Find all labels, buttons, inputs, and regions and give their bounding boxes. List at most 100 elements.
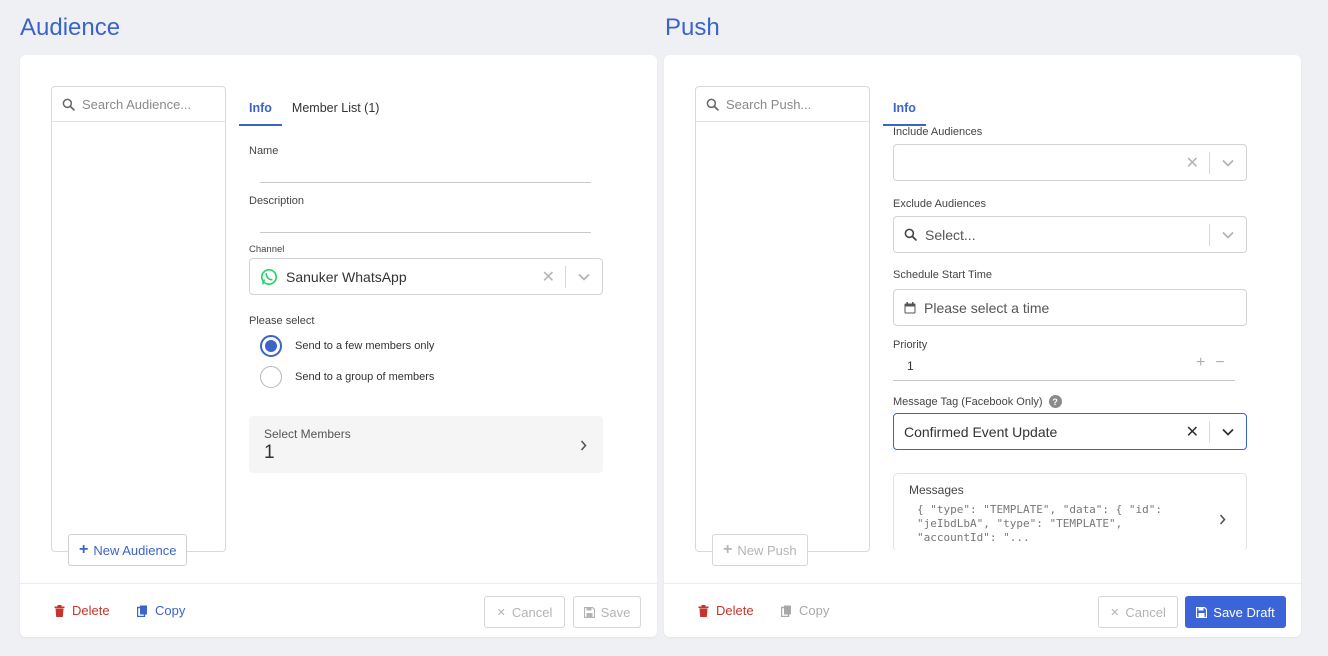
messages-card[interactable]: Messages { "type": "TEMPLATE", "data": {… — [893, 473, 1247, 551]
message-tag-select[interactable]: Confirmed Event Update ✕ — [893, 413, 1247, 450]
radio-group-members[interactable]: Send to a group of members — [260, 366, 434, 388]
priority-value: 1 — [907, 359, 914, 373]
messages-label: Messages — [909, 483, 964, 497]
channel-label: Channel — [249, 244, 285, 255]
save-draft-button[interactable]: Save Draft — [1185, 596, 1286, 628]
please-select-label: Please select — [249, 315, 315, 327]
audience-delete-button[interactable]: Delete — [54, 603, 110, 618]
include-audiences-select[interactable]: ✕ — [893, 144, 1247, 181]
whatsapp-icon — [260, 268, 278, 285]
audience-delete-label: Delete — [72, 603, 110, 618]
audience-copy-button[interactable]: Copy — [137, 603, 185, 618]
save-icon — [1196, 606, 1208, 618]
save-draft-label: Save Draft — [1213, 604, 1275, 620]
chevron-down-icon[interactable] — [1210, 159, 1246, 167]
exclude-select-actions — [1209, 217, 1246, 252]
chevron-down-icon[interactable] — [1210, 231, 1246, 239]
audience-list[interactable]: Search Audience... + New Audience — [51, 86, 226, 566]
audience-footer: Delete Copy ✕ Cancel Save — [20, 583, 657, 637]
push-list[interactable]: Search Push... + New Push — [695, 86, 870, 566]
radio-few-members[interactable]: Send to a few members only — [260, 335, 434, 357]
push-footer: Delete Copy ✕ Cancel Save Draft — [664, 583, 1301, 637]
trash-icon — [54, 604, 65, 617]
include-select-actions: ✕ — [1176, 145, 1246, 180]
audience-section-title: Audience — [20, 14, 121, 41]
chevron-right-icon — [1219, 512, 1226, 530]
new-push-button[interactable]: + New Push — [712, 534, 808, 566]
radio-few-members-label: Send to a few members only — [295, 340, 435, 352]
tab-push-info[interactable]: Info — [883, 95, 926, 126]
close-icon: ✕ — [496, 606, 506, 619]
push-search-input[interactable]: Search Push... — [696, 87, 869, 122]
priority-stepper[interactable]: 1 — [893, 357, 1235, 381]
channel-value: Sanuker WhatsApp — [286, 268, 407, 285]
plus-icon: + — [79, 541, 89, 558]
chevron-right-icon — [580, 438, 587, 456]
push-panel: Search Push... + New Push Info Include A… — [664, 55, 1301, 637]
push-delete-button[interactable]: Delete — [698, 603, 754, 618]
search-icon — [904, 228, 917, 241]
chevron-down-icon[interactable] — [566, 273, 602, 281]
priority-stepper-buttons: + − — [1196, 354, 1225, 372]
new-push-label: New Push — [737, 542, 797, 558]
include-audiences-label: Include Audiences — [893, 126, 983, 138]
schedule-start-input[interactable]: Please select a time — [893, 289, 1247, 326]
audience-search-placeholder: Search Audience... — [82, 96, 192, 112]
schedule-start-value: Please select a time — [894, 300, 1246, 316]
messages-preview: { "type": "TEMPLATE", "data": { "id": "j… — [917, 503, 1163, 544]
description-input[interactable] — [260, 211, 591, 233]
save-icon — [583, 606, 595, 618]
radio-unselected-icon[interactable] — [260, 366, 282, 388]
exclude-audiences-label: Exclude Audiences — [893, 198, 986, 210]
radio-selected-icon[interactable] — [260, 335, 282, 357]
push-section-title: Push — [665, 14, 720, 41]
schedule-placeholder: Please select a time — [924, 299, 1050, 316]
clear-icon[interactable]: ✕ — [532, 267, 565, 287]
message-tag-label-row: Message Tag (Facebook Only) ? — [893, 395, 1062, 408]
audience-search-input[interactable]: Search Audience... — [52, 87, 225, 122]
tab-member-list[interactable]: Member List (1) — [282, 95, 390, 125]
description-label: Description — [249, 195, 305, 207]
new-audience-button[interactable]: + New Audience — [68, 534, 188, 566]
audience-save-button[interactable]: Save — [573, 596, 641, 628]
trash-icon — [698, 604, 709, 617]
name-label: Name — [249, 145, 279, 157]
push-copy-button[interactable]: Copy — [781, 603, 829, 618]
decrement-icon[interactable]: − — [1215, 354, 1224, 372]
priority-label: Priority — [893, 339, 928, 351]
exclude-audiences-value: Select... — [894, 227, 1209, 243]
channel-select-actions: ✕ — [532, 259, 602, 294]
calendar-icon — [904, 301, 916, 313]
chevron-down-icon[interactable] — [1210, 428, 1246, 436]
push-delete-label: Delete — [716, 603, 754, 618]
schedule-start-label: Schedule Start Time — [893, 269, 993, 281]
plus-icon: + — [723, 541, 733, 558]
copy-icon — [781, 605, 791, 617]
help-icon[interactable]: ? — [1048, 395, 1062, 408]
increment-icon[interactable]: + — [1196, 354, 1205, 372]
select-members-count: 1 — [264, 442, 275, 463]
radio-group-members-label: Send to a group of members — [295, 371, 435, 383]
exclude-audiences-select[interactable]: Select... — [893, 216, 1247, 253]
exclude-placeholder: Select... — [925, 226, 976, 243]
clear-icon[interactable]: ✕ — [1176, 422, 1209, 442]
audience-cancel-label: Cancel — [511, 604, 553, 620]
new-audience-label: New Audience — [93, 542, 177, 558]
close-icon: ✕ — [1110, 606, 1120, 619]
select-members-card[interactable]: Select Members 1 — [249, 416, 603, 473]
push-tabs: Info — [883, 95, 926, 126]
select-members-label: Select Members — [264, 427, 351, 441]
name-input[interactable] — [260, 161, 591, 183]
channel-select-value: Sanuker WhatsApp — [250, 268, 532, 286]
audience-cancel-button[interactable]: ✕ Cancel — [484, 596, 565, 628]
push-copy-label: Copy — [799, 603, 830, 618]
channel-select[interactable]: Sanuker WhatsApp ✕ — [249, 258, 603, 295]
tab-info[interactable]: Info — [239, 95, 282, 126]
push-cancel-label: Cancel — [1125, 604, 1166, 620]
search-icon — [62, 98, 75, 111]
clear-icon[interactable]: ✕ — [1176, 153, 1209, 173]
copy-icon — [137, 605, 147, 617]
message-tag-value: Confirmed Event Update — [904, 423, 1058, 440]
message-tag-value-wrap: Confirmed Event Update — [894, 424, 1176, 440]
push-cancel-button[interactable]: ✕ Cancel — [1098, 596, 1178, 628]
